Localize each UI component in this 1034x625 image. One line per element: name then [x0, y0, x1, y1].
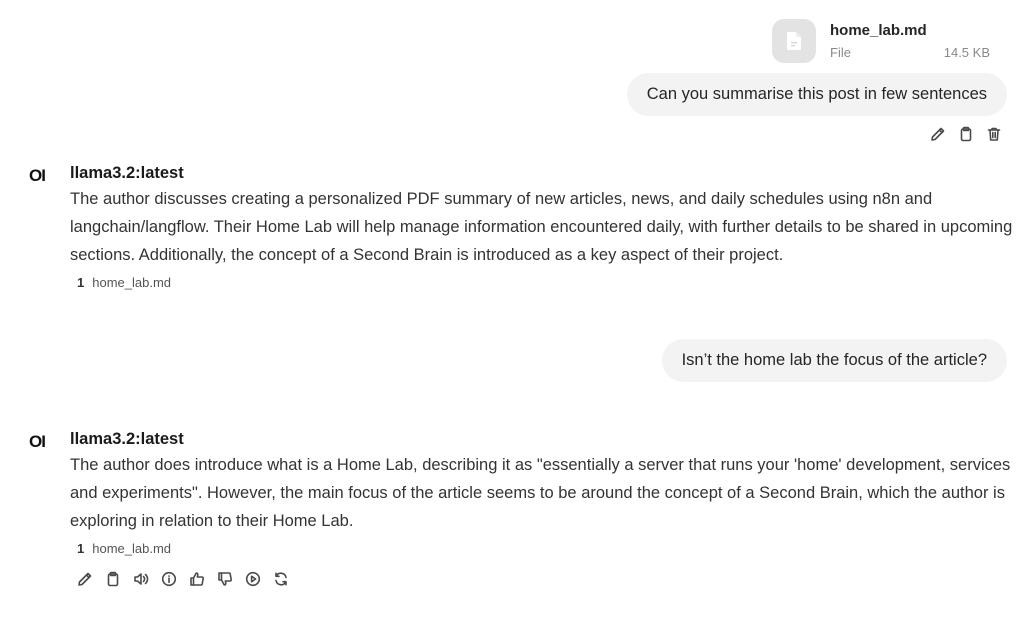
user-message-bubble: Isn’t the home lab the focus of the arti…	[661, 339, 1007, 382]
speaker-icon[interactable]	[132, 570, 150, 588]
citation-filename: home_lab.md	[92, 541, 172, 556]
file-type-label: File	[830, 45, 851, 60]
assistant-avatar-logo: OI	[29, 166, 46, 185]
edit-icon[interactable]	[929, 125, 947, 143]
play-icon[interactable]	[244, 570, 262, 588]
copy-icon[interactable]	[104, 570, 122, 588]
thumbs-down-icon[interactable]	[216, 570, 234, 588]
regenerate-icon[interactable]	[272, 570, 290, 588]
citation-number: 1	[77, 275, 85, 290]
file-size: 14.5 KB	[943, 45, 990, 60]
model-name: llama3.2:latest	[70, 164, 184, 182]
edit-icon[interactable]	[76, 570, 94, 588]
citation-number: 1	[77, 541, 85, 556]
info-icon[interactable]	[160, 570, 178, 588]
assistant-response-text: The author discusses creating a personal…	[70, 190, 1013, 264]
citation-filename: home_lab.md	[92, 275, 172, 290]
citation-source[interactable]: 1 home_lab.md	[70, 541, 171, 556]
assistant-response-text: The author does introduce what is a Home…	[70, 456, 1011, 530]
copy-icon[interactable]	[957, 125, 975, 143]
assistant-message-actions	[76, 570, 290, 588]
file-attachment-card[interactable]: home_lab.md File 14.5 KB	[772, 18, 1002, 64]
model-name: llama3.2:latest	[70, 430, 184, 448]
user-message-bubble: Can you summarise this post in few sente…	[626, 73, 1007, 116]
delete-icon[interactable]	[985, 125, 1003, 143]
assistant-avatar-logo: OI	[29, 432, 46, 451]
thumbs-up-icon[interactable]	[188, 570, 206, 588]
file-name: home_lab.md	[830, 22, 927, 39]
user-message-actions	[929, 125, 1003, 143]
file-icon	[772, 19, 816, 63]
citation-source[interactable]: 1 home_lab.md	[70, 275, 171, 290]
